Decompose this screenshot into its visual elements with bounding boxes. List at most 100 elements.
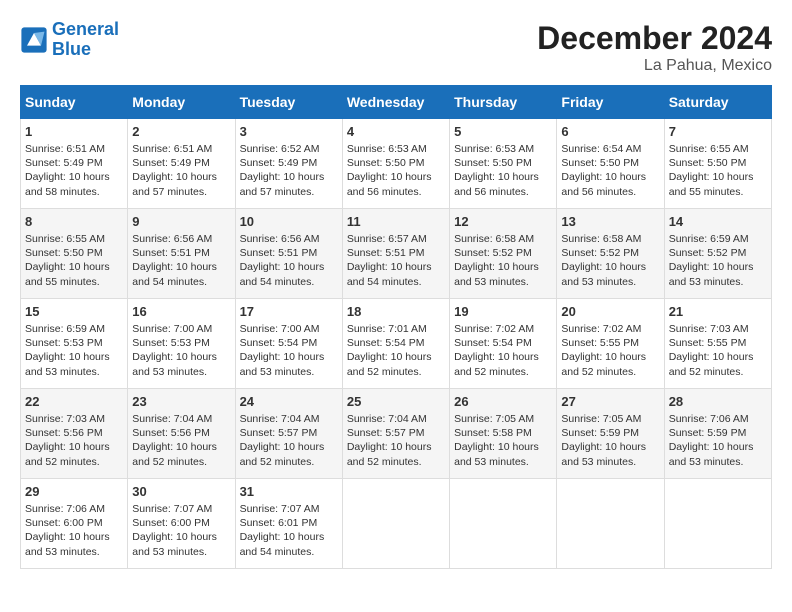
day-cell-17: 17Sunrise: 7:00 AMSunset: 5:54 PMDayligh… <box>235 299 342 389</box>
day-cell-2: 2 Sunrise: 6:51 AMSunset: 5:49 PMDaylight… <box>128 119 235 209</box>
day-details: Sunrise: 7:01 AMSunset: 5:54 PMDaylight:… <box>347 322 445 379</box>
week-row-2: 8Sunrise: 6:55 AMSunset: 5:50 PMDaylight… <box>21 209 772 299</box>
day-details: Sunrise: 6:55 AMSunset: 5:50 PMDaylight:… <box>25 232 123 289</box>
day-number: 5 <box>454 124 552 139</box>
day-number: 6 <box>561 124 659 139</box>
day-number: 30 <box>132 484 230 499</box>
day-cell-11: 11Sunrise: 6:57 AMSunset: 5:51 PMDayligh… <box>342 209 449 299</box>
day-cell-5: 5Sunrise: 6:53 AMSunset: 5:50 PMDaylight… <box>450 119 557 209</box>
day-details: Sunrise: 6:52 AMSunset: 5:49 PMDaylight:… <box>240 142 338 199</box>
day-cell-29: 29 Sunrise: 7:06 AMSunset: 6:00 PMDayligh… <box>21 479 128 569</box>
day-cell-24: 24 Sunrise: 7:04 AMSunset: 5:57 PMDayligh… <box>235 389 342 479</box>
day-cell-15: 15 Sunrise: 6:59 AMSunset: 5:53 PMDayligh… <box>21 299 128 389</box>
day-details: Sunrise: 7:04 AMSunset: 5:56 PMDaylight:… <box>132 412 230 469</box>
day-number: 24 <box>240 394 338 409</box>
day-details: Sunrise: 6:55 AMSunset: 5:50 PMDaylight:… <box>669 142 767 199</box>
day-cell-26: 26Sunrise: 7:05 AMSunset: 5:58 PMDayligh… <box>450 389 557 479</box>
day-details: Sunrise: 7:02 AMSunset: 5:55 PMDaylight:… <box>561 322 659 379</box>
week-row-5: 29 Sunrise: 7:06 AMSunset: 6:00 PMDayligh… <box>21 479 772 569</box>
header: General Blue December 2024 La Pahua, Mex… <box>20 20 772 75</box>
day-cell-14: 14 Sunrise: 6:59 AMSunset: 5:52 PMDayligh… <box>664 209 771 299</box>
logo-line1: General <box>52 19 119 39</box>
day-number: 19 <box>454 304 552 319</box>
header-row: SundayMondayTuesdayWednesdayThursdayFrid… <box>21 86 772 119</box>
day-number: 12 <box>454 214 552 229</box>
day-number: 9 <box>132 214 230 229</box>
day-cell-10: 10Sunrise: 6:56 AMSunset: 5:51 PMDayligh… <box>235 209 342 299</box>
day-details: Sunrise: 6:51 AMSunset: 5:49 PMDaylight:… <box>132 142 230 199</box>
day-details: Sunrise: 6:53 AMSunset: 5:50 PMDaylight:… <box>347 142 445 199</box>
day-details: Sunrise: 6:59 AMSunset: 5:53 PMDaylight:… <box>25 322 123 379</box>
day-number: 27 <box>561 394 659 409</box>
header-day-thursday: Thursday <box>450 86 557 119</box>
location: La Pahua, Mexico <box>537 57 772 75</box>
day-number: 26 <box>454 394 552 409</box>
day-number: 1 <box>25 124 123 139</box>
empty-cell <box>557 479 664 569</box>
logo-icon <box>20 26 48 54</box>
day-number: 14 <box>669 214 767 229</box>
day-details: Sunrise: 6:54 AMSunset: 5:50 PMDaylight:… <box>561 142 659 199</box>
logo-line2: Blue <box>52 39 91 59</box>
day-number: 2 <box>132 124 230 139</box>
header-day-tuesday: Tuesday <box>235 86 342 119</box>
day-cell-18: 18Sunrise: 7:01 AMSunset: 5:54 PMDayligh… <box>342 299 449 389</box>
day-cell-22: 22Sunrise: 7:03 AMSunset: 5:56 PMDayligh… <box>21 389 128 479</box>
day-details: Sunrise: 6:56 AMSunset: 5:51 PMDaylight:… <box>132 232 230 289</box>
title-area: December 2024 La Pahua, Mexico <box>537 20 772 75</box>
day-cell-13: 13 Sunrise: 6:58 AMSunset: 5:52 PMDayligh… <box>557 209 664 299</box>
logo-text: General Blue <box>52 20 119 60</box>
day-details: Sunrise: 7:03 AMSunset: 5:55 PMDaylight:… <box>669 322 767 379</box>
day-number: 31 <box>240 484 338 499</box>
day-details: Sunrise: 7:00 AMSunset: 5:53 PMDaylight:… <box>132 322 230 379</box>
day-cell-31: 31 Sunrise: 7:07 AMSunset: 6:01 PMDayligh… <box>235 479 342 569</box>
day-details: Sunrise: 7:03 AMSunset: 5:56 PMDaylight:… <box>25 412 123 469</box>
day-number: 3 <box>240 124 338 139</box>
day-cell-28: 28 Sunrise: 7:06 AMSunset: 5:59 PMDayligh… <box>664 389 771 479</box>
day-details: Sunrise: 6:51 AMSunset: 5:49 PMDaylight:… <box>25 142 123 199</box>
day-details: Sunrise: 6:58 AMSunset: 5:52 PMDaylight:… <box>454 232 552 289</box>
day-cell-21: 21 Sunrise: 7:03 AMSunset: 5:55 PMDayligh… <box>664 299 771 389</box>
day-number: 23 <box>132 394 230 409</box>
empty-cell <box>450 479 557 569</box>
day-cell-8: 8Sunrise: 6:55 AMSunset: 5:50 PMDaylight… <box>21 209 128 299</box>
day-number: 21 <box>669 304 767 319</box>
day-details: Sunrise: 7:06 AMSunset: 5:59 PMDaylight:… <box>669 412 767 469</box>
day-cell-23: 23 Sunrise: 7:04 AMSunset: 5:56 PMDayligh… <box>128 389 235 479</box>
day-cell-30: 30 Sunrise: 7:07 AMSunset: 6:00 PMDayligh… <box>128 479 235 569</box>
day-number: 29 <box>25 484 123 499</box>
day-number: 13 <box>561 214 659 229</box>
header-day-friday: Friday <box>557 86 664 119</box>
day-number: 28 <box>669 394 767 409</box>
logo: General Blue <box>20 20 119 60</box>
day-cell-19: 19 Sunrise: 7:02 AMSunset: 5:54 PMDayligh… <box>450 299 557 389</box>
day-details: Sunrise: 6:59 AMSunset: 5:52 PMDaylight:… <box>669 232 767 289</box>
day-cell-1: 1 Sunrise: 6:51 AMSunset: 5:49 PMDaylight… <box>21 119 128 209</box>
day-cell-6: 6 Sunrise: 6:54 AMSunset: 5:50 PMDaylight… <box>557 119 664 209</box>
day-details: Sunrise: 7:02 AMSunset: 5:54 PMDaylight:… <box>454 322 552 379</box>
calendar-body: 1 Sunrise: 6:51 AMSunset: 5:49 PMDaylight… <box>21 119 772 569</box>
day-details: Sunrise: 6:58 AMSunset: 5:52 PMDaylight:… <box>561 232 659 289</box>
day-details: Sunrise: 7:04 AMSunset: 5:57 PMDaylight:… <box>347 412 445 469</box>
month-title: December 2024 <box>537 20 772 57</box>
day-details: Sunrise: 7:06 AMSunset: 6:00 PMDaylight:… <box>25 502 123 559</box>
header-day-saturday: Saturday <box>664 86 771 119</box>
day-cell-7: 7Sunrise: 6:55 AMSunset: 5:50 PMDaylight… <box>664 119 771 209</box>
day-number: 16 <box>132 304 230 319</box>
calendar-table: SundayMondayTuesdayWednesdayThursdayFrid… <box>20 85 772 569</box>
day-cell-20: 20Sunrise: 7:02 AMSunset: 5:55 PMDayligh… <box>557 299 664 389</box>
day-details: Sunrise: 7:05 AMSunset: 5:59 PMDaylight:… <box>561 412 659 469</box>
header-day-monday: Monday <box>128 86 235 119</box>
day-cell-4: 4 Sunrise: 6:53 AMSunset: 5:50 PMDaylight… <box>342 119 449 209</box>
day-details: Sunrise: 7:07 AMSunset: 6:00 PMDaylight:… <box>132 502 230 559</box>
day-cell-9: 9 Sunrise: 6:56 AMSunset: 5:51 PMDaylight… <box>128 209 235 299</box>
empty-cell <box>664 479 771 569</box>
day-details: Sunrise: 7:00 AMSunset: 5:54 PMDaylight:… <box>240 322 338 379</box>
day-number: 4 <box>347 124 445 139</box>
day-details: Sunrise: 7:04 AMSunset: 5:57 PMDaylight:… <box>240 412 338 469</box>
day-number: 15 <box>25 304 123 319</box>
day-cell-3: 3 Sunrise: 6:52 AMSunset: 5:49 PMDaylight… <box>235 119 342 209</box>
day-details: Sunrise: 7:07 AMSunset: 6:01 PMDaylight:… <box>240 502 338 559</box>
day-cell-25: 25Sunrise: 7:04 AMSunset: 5:57 PMDayligh… <box>342 389 449 479</box>
day-number: 10 <box>240 214 338 229</box>
